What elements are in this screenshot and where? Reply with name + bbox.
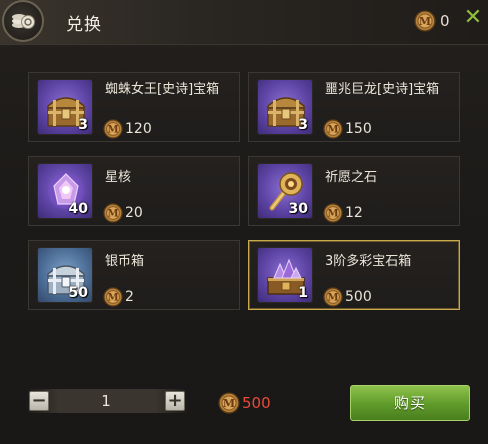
wish-stone-icon: 30 (257, 163, 313, 219)
item-card-silver-coin-chest[interactable]: 50 银币箱 2 (28, 240, 240, 310)
item-price: 2 (125, 289, 134, 305)
buy-button[interactable]: 购买 (350, 385, 470, 421)
currency-coin-icon (323, 119, 343, 139)
currency-coin-icon (323, 203, 343, 223)
item-name: 噩兆巨龙[史诗]宝箱 (325, 82, 440, 97)
silver-coin-chest-icon: 50 (37, 247, 93, 303)
currency-coin-icon (103, 119, 123, 139)
page-title: 兑换 (66, 15, 102, 35)
quantity-stepper: − 1 + (26, 389, 188, 413)
item-card-omen-dragon-chest[interactable]: 3 噩兆巨龙[史诗]宝箱 150 (248, 72, 460, 142)
quantity-input[interactable]: 1 (56, 391, 156, 411)
spider-queen-chest-icon: 3 (37, 79, 93, 135)
exchange-panel: 兑换 0 ✕ 3 蜘蛛女王[史诗]宝箱 120 3 噩兆巨龙[史诗]宝箱 150… (0, 0, 488, 444)
item-quantity: 3 (298, 117, 308, 133)
item-name: 星核 (105, 170, 132, 185)
item-quantity: 30 (288, 201, 308, 217)
item-price: 500 (345, 289, 372, 305)
close-button[interactable]: ✕ (462, 6, 484, 30)
item-card-gem-chest[interactable]: 1 3阶多彩宝石箱 500 (248, 240, 460, 310)
currency-coin-icon (103, 287, 123, 307)
increase-button[interactable]: + (165, 391, 185, 411)
item-price: 120 (125, 121, 152, 137)
header-bar: 兑换 0 ✕ (0, 0, 488, 45)
item-card-star-core[interactable]: 40 星核 20 (28, 156, 240, 226)
item-quantity: 3 (78, 117, 88, 133)
item-price: 20 (125, 205, 143, 221)
currency-coin-icon (414, 10, 436, 32)
item-name: 蜘蛛女王[史诗]宝箱 (105, 82, 220, 97)
currency-coin-icon (323, 287, 343, 307)
item-card-wish-stone[interactable]: 30 祈愿之石 12 (248, 156, 460, 226)
item-name: 3阶多彩宝石箱 (325, 254, 412, 269)
coins-emblem-icon (2, 0, 44, 42)
currency-coin-icon (218, 392, 240, 414)
omen-dragon-chest-icon: 3 (257, 79, 313, 135)
currency-coin-icon (103, 203, 123, 223)
gem-chest-icon: 1 (257, 247, 313, 303)
star-core-icon: 40 (37, 163, 93, 219)
item-quantity: 40 (68, 201, 88, 217)
item-card-spider-queen-chest[interactable]: 3 蜘蛛女王[史诗]宝箱 120 (28, 72, 240, 142)
item-name: 银币箱 (105, 254, 145, 269)
item-quantity: 50 (68, 285, 88, 301)
currency-balance: 0 (440, 12, 450, 30)
item-price: 12 (345, 205, 363, 221)
total-cost: 500 (242, 394, 271, 412)
item-price: 150 (345, 121, 372, 137)
item-quantity: 1 (298, 285, 308, 301)
decrease-button[interactable]: − (29, 391, 49, 411)
item-name: 祈愿之石 (325, 170, 378, 185)
